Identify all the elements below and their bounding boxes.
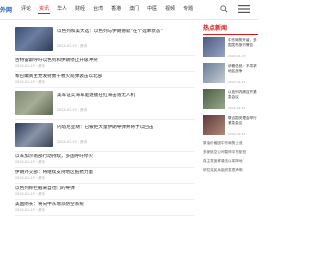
- news-item[interactable]: 美军证实海军驱逐舰在红海击落无人机 2024-01-23 · 资讯: [15, 88, 195, 120]
- news-thumbnail[interactable]: [15, 123, 53, 147]
- nav-item-hongkong[interactable]: 香港: [110, 5, 122, 14]
- sidebar-news-meta: 2024-01-23: [228, 54, 246, 58]
- news-item[interactable]: 以军加沙南部行动持续，多国呼吁停火 2024-01-23 · 资讯: [15, 152, 195, 168]
- news-item[interactable]: 美国防长：将向中东增派防空系统 2024-01-23 · 资讯: [15, 200, 195, 216]
- news-meta: 2024-01-23 · 资讯: [15, 192, 45, 196]
- news-title[interactable]: 内塔尼亚胡：已被拒大量伊朗导弹并将予以回击: [57, 125, 153, 131]
- nav-item-topics[interactable]: 专题: [182, 5, 194, 14]
- news-thumbnail[interactable]: [15, 91, 53, 115]
- search-icon[interactable]: [220, 5, 228, 13]
- sidebar-link[interactable]: 原油价格因中东局势上涨: [203, 139, 258, 148]
- news-meta: 2024-01-23 · 资讯: [57, 140, 87, 144]
- sidebar-thumbnail[interactable]: [203, 37, 225, 57]
- sidebar-news-meta: 2024-01-23: [228, 80, 246, 84]
- news-meta: 2024-01-23 · 资讯: [15, 64, 45, 68]
- sidebar-news-title[interactable]: 以色列内阁召开紧急会议: [228, 90, 258, 105]
- top-navigation-bar: 外网 评论 资讯 华人 财经 台湾 香港 澳门 中医 视频 专题: [0, 0, 258, 20]
- hot-news-sidebar: 热点新闻 中东局势升级，多国发布旅行警告 2024-01-23 伊朗总统：不寻求…: [203, 24, 258, 175]
- news-meta: 2024-01-23 · 资讯: [15, 176, 45, 180]
- sidebar-link[interactable]: 真主党宣称袭击以军阵地: [203, 157, 258, 166]
- sidebar-news-item[interactable]: 联合国安理会举行紧急会议 2024-01-23: [203, 113, 258, 139]
- nav-item-macau[interactable]: 澳门: [128, 5, 140, 14]
- menu-icon[interactable]: [238, 5, 250, 13]
- sidebar-news-meta: 2024-01-23: [228, 106, 246, 110]
- news-title[interactable]: 以色列和美大选：以色列与伊朗德就“在个选举状态”: [57, 29, 163, 35]
- nav-item-tcm[interactable]: 中医: [146, 5, 158, 14]
- sidebar-link[interactable]: 伊拉克民兵组织发表声明: [203, 166, 258, 175]
- site-logo[interactable]: 外网: [0, 5, 12, 14]
- news-meta: 2024-01-23 · 资讯: [57, 44, 87, 48]
- sidebar-news-item[interactable]: 以色列内阁召开紧急会议 2024-01-23: [203, 87, 258, 113]
- news-item[interactable]: 黎巴嫩真主党发射数十枚火箭弹袭击以北部 2024-01-23 · 资讯: [15, 72, 195, 88]
- nav-item-commentary[interactable]: 评论: [20, 5, 32, 14]
- sidebar-thumbnail[interactable]: [203, 89, 225, 109]
- news-item[interactable]: 以色列称拦截来自也门的导弹 2024-01-23 · 资讯: [15, 184, 195, 200]
- sidebar-news-title[interactable]: 联合国安理会举行紧急会议: [228, 116, 258, 131]
- news-item[interactable]: 内塔尼亚胡：已被拒大量伊朗导弹并将予以回击 2024-01-23 · 资讯: [15, 120, 195, 152]
- news-item[interactable]: 以色列和美大选：以色列与伊朗德就“在个选举状态” 2024-01-23 · 资讯: [15, 24, 195, 56]
- news-meta: 2024-01-23 · 资讯: [15, 160, 45, 164]
- nav-item-chinese[interactable]: 华人: [56, 5, 68, 14]
- news-meta: 2024-01-23 · 资讯: [15, 80, 45, 84]
- news-meta: 2024-01-23 · 资讯: [57, 108, 87, 112]
- news-feed: 以色列和美大选：以色列与伊朗德就“在个选举状态” 2024-01-23 · 资讯…: [15, 24, 195, 216]
- sidebar-news-title[interactable]: 伊朗总统：不寻求地区战争: [228, 64, 258, 79]
- nav-item-video[interactable]: 视频: [164, 5, 176, 14]
- sidebar-news-title[interactable]: 中东局势升级，多国发布旅行警告: [228, 38, 258, 53]
- news-meta: 2024-01-23 · 资讯: [15, 208, 45, 212]
- main-nav: 评论 资讯 华人 财经 台湾 香港 澳门 中医 视频 专题: [20, 5, 194, 14]
- news-item[interactable]: 伊朗外交部：将继续支持地区抵抗力量 2024-01-23 · 资讯: [15, 168, 195, 184]
- sidebar-news-meta: 2024-01-23: [228, 132, 246, 136]
- news-thumbnail[interactable]: [15, 27, 53, 51]
- nav-item-taiwan[interactable]: 台湾: [92, 5, 104, 14]
- sidebar-header: 热点新闻: [203, 24, 258, 35]
- news-item[interactable]: 古特雷斯呼吁以色列和伊朗停止升级冲突 2024-01-23 · 资讯: [15, 56, 195, 72]
- news-title[interactable]: 美军证实海军驱逐舰在红海击落无人机: [57, 93, 135, 99]
- sidebar-news-item[interactable]: 中东局势升级，多国发布旅行警告 2024-01-23: [203, 35, 258, 61]
- nav-item-news[interactable]: 资讯: [38, 5, 51, 14]
- sidebar-news-item[interactable]: 伊朗总统：不寻求地区战争 2024-01-23: [203, 61, 258, 87]
- nav-item-finance[interactable]: 财经: [74, 5, 86, 14]
- sidebar-thumbnail[interactable]: [203, 63, 225, 83]
- sidebar-thumbnail[interactable]: [203, 115, 225, 135]
- sidebar-link[interactable]: 多家航空公司暂停中东航班: [203, 148, 258, 157]
